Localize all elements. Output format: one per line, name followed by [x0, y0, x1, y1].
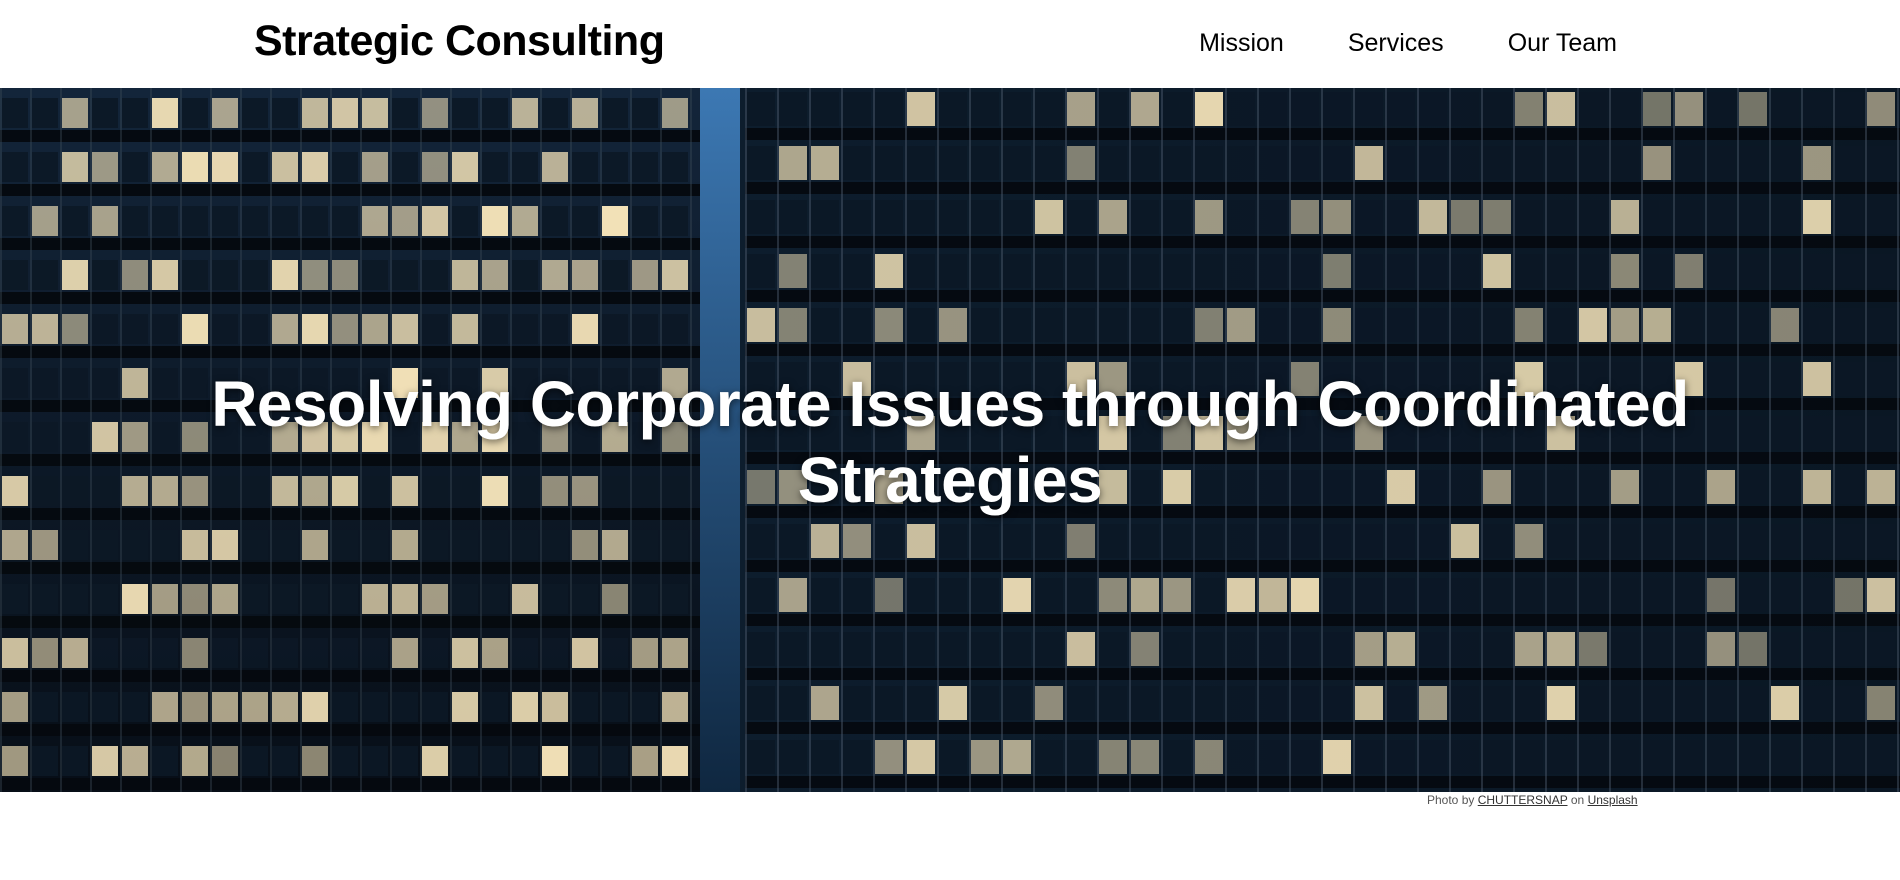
- credit-prefix: Photo by: [1427, 793, 1475, 807]
- site-brand-link[interactable]: Strategic Consulting: [254, 17, 665, 66]
- credit-author-link[interactable]: CHUTTERSNAP: [1478, 793, 1568, 807]
- main-nav: Mission Services Our Team: [1199, 29, 1617, 58]
- credit-source-link[interactable]: Unsplash: [1588, 793, 1638, 807]
- credit-middle: on: [1570, 793, 1585, 807]
- nav-link-mission[interactable]: Mission: [1199, 29, 1284, 58]
- hero-title: Resolving Corporate Issues through Coord…: [211, 368, 1689, 516]
- nav-link-services[interactable]: Services: [1348, 29, 1444, 58]
- nav-link-our-team[interactable]: Our Team: [1508, 29, 1617, 58]
- site-header: Strategic Consulting Mission Services Ou…: [0, 0, 1900, 88]
- hero-section: Resolving Corporate Issues through Coord…: [0, 88, 1900, 792]
- photo-credit: Photo by CHUTTERSNAP on Unsplash: [1427, 793, 1638, 807]
